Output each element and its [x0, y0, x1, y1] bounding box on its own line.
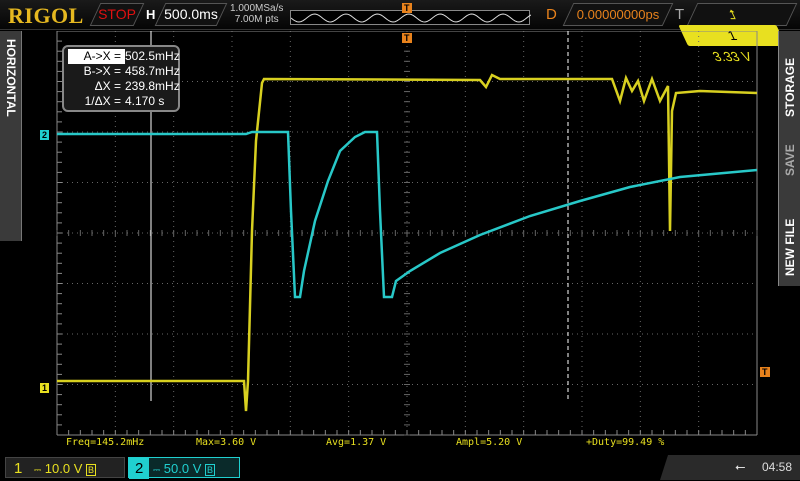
- measurement-duty: +Duty=99.49 %: [586, 437, 665, 448]
- cursor-row: A->X = 502.5mHz: [68, 49, 180, 64]
- timebase-value: 500.0ms: [164, 6, 218, 22]
- cursor-key: A->X =: [68, 49, 125, 64]
- bandwidth-icon: B: [86, 464, 97, 476]
- cursor-readout: A->X = 502.5mHz B->X = 458.7mHz ΔX = 239.8m…: [62, 45, 180, 112]
- cursor-value: 458.7mHz: [125, 64, 180, 78]
- horizontal-label: H: [146, 7, 156, 22]
- run-status-text: STOP: [98, 6, 136, 22]
- delay-label: D: [546, 6, 557, 23]
- new-file-label: NEW FILE: [783, 218, 797, 276]
- cursor-key: 1/ΔX =: [84, 94, 121, 108]
- trigger-time-marker: T: [402, 33, 412, 43]
- ch2-offset-marker[interactable]: 2: [40, 130, 50, 140]
- ch1-scale: 10.0 V: [44, 461, 83, 476]
- acquisition-info: 1.000MSa/s 7.00M pts: [230, 3, 283, 25]
- usb-icon: ⭠: [735, 459, 746, 474]
- measurement-ampl: Ampl=5.20 V: [456, 437, 523, 448]
- save-label: SAVE: [783, 144, 797, 176]
- cursor-row: 1/ΔX = 4.170 s: [68, 94, 174, 109]
- storage-label: STORAGE: [783, 57, 797, 117]
- ch2-number: 2: [129, 458, 150, 479]
- measurement-avg: Avg=1.37 V: [326, 437, 387, 448]
- bandwidth-icon: B: [205, 464, 216, 476]
- trigger-settings[interactable]: ⮥ 1 3.33 V: [678, 3, 798, 64]
- rigol-logo: RIGOL: [8, 3, 84, 28]
- top-bar: RIGOL STOP H 500.0ms 1.000MSa/s 7.00M pts…: [0, 0, 800, 64]
- cursor-value: 239.8mHz: [125, 79, 180, 93]
- trigger-position-marker: T: [402, 3, 412, 13]
- ch2-scale: 50.0 V: [163, 461, 202, 476]
- run-stop-status[interactable]: STOP: [89, 3, 145, 26]
- ch1-settings[interactable]: 1 ⎓ 10.0 V B: [5, 457, 125, 478]
- measurement-freq: Freq=145.2mHz: [66, 437, 145, 448]
- sample-rate: 1.000MSa/s: [230, 3, 284, 14]
- cursor-key: B->X =: [83, 64, 121, 78]
- cursor-row: ΔX = 239.8mHz: [68, 79, 180, 94]
- dc-coupling-icon: ⎓: [152, 465, 161, 475]
- rising-edge-icon: ⮥: [724, 7, 740, 22]
- clock-time: 04:58: [762, 460, 793, 474]
- measurement-max: Max=3.60 V: [196, 437, 257, 448]
- delay-value-box[interactable]: 0.00000000ps: [562, 3, 674, 26]
- ch2-settings[interactable]: 2 ⎓ 50.0 V B: [128, 457, 240, 479]
- ch1-offset-marker[interactable]: 1: [40, 383, 50, 393]
- ch1-number: 1: [14, 460, 23, 477]
- cursor-row: B->X = 458.7mHz: [68, 64, 180, 79]
- cursor-value: 502.5mHz: [125, 49, 180, 63]
- cursor-value: 4.170 s: [125, 94, 165, 108]
- memory-depth: 7.00M pts: [234, 14, 279, 25]
- trigger-level-marker[interactable]: T: [760, 367, 770, 377]
- cursor-key: ΔX =: [94, 79, 121, 93]
- timebase[interactable]: 500.0ms: [154, 3, 228, 26]
- delay-value: 0.00000000ps: [576, 7, 660, 22]
- storage-menu-tab[interactable]: STORAGE SAVE NEW FILE: [778, 31, 800, 286]
- dc-coupling-icon: ⎓: [33, 465, 42, 475]
